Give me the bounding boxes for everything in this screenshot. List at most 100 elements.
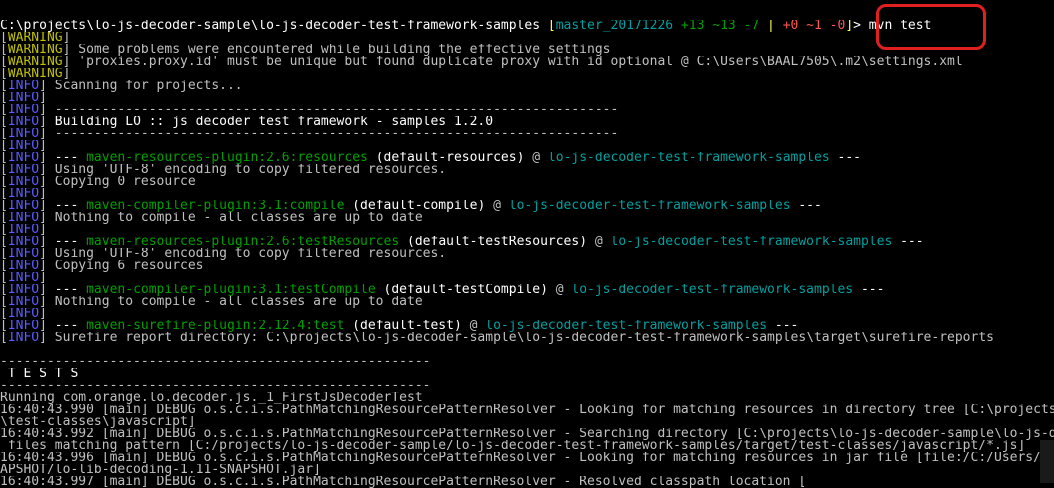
console-text: ] [39, 308, 47, 320]
console-text: INFO [7, 80, 40, 92]
console-text: [ [0, 308, 8, 320]
console-text: ] Nothing to compile - all classes are u… [39, 212, 423, 224]
console-text: (default-test) [344, 320, 462, 332]
console-text: WARNING [7, 32, 63, 44]
console-line: [INFO] --- maven-resources-plugin:2.6:re… [0, 152, 1054, 164]
console-text: ] [39, 284, 55, 296]
console-line: 16:40:43.996 [main] DEBUG o.s.c.i.s.Path… [0, 452, 1054, 464]
console-line: [INFO] ---------------------------------… [0, 128, 1054, 140]
console-text: ] [39, 272, 47, 284]
console-text: INFO [7, 128, 40, 140]
console-line: [INFO] [0, 188, 1054, 200]
console-text: --- [790, 200, 822, 212]
console-text: 16:40:43.997 [main] DEBUG o.s.c.i.s.Path… [0, 476, 807, 488]
console-line: [INFO] [0, 140, 1054, 152]
console-text: INFO [7, 284, 40, 296]
console-text: [ [0, 236, 8, 248]
console-text: INFO [7, 200, 40, 212]
console-text: @ [485, 200, 509, 212]
console-line: 16:40:43.990 [main] DEBUG o.s.c.i.s.Path… [0, 404, 1054, 416]
console-text: [ [0, 296, 8, 308]
console-text: --- [767, 320, 799, 332]
console-text: ] [39, 200, 55, 212]
console-text: [ [0, 128, 8, 140]
console-text: files matching pattern [C:/projects/lo-j… [0, 440, 1026, 452]
console-line: T E S T S [0, 368, 1054, 380]
console-text: INFO [7, 260, 40, 272]
console-text: T E S T S [0, 368, 79, 380]
console-text: Building LO :: js decoder test framework… [54, 116, 494, 128]
console-text: ] Surefire report directory: C:\projects… [39, 332, 994, 344]
console-text: (default-testResources) [399, 236, 588, 248]
console-text: [ [0, 248, 8, 260]
console-text: [ [0, 176, 8, 188]
console-text: ] Copying 0 resource [39, 176, 196, 188]
console-text: | [767, 20, 783, 32]
console-line: [INFO] Scanning for projects... [0, 80, 1054, 92]
console-text: @ [524, 152, 548, 164]
console-text: [ [0, 104, 8, 116]
console-text: --- [54, 236, 87, 248]
console-text: lo-js-decoder-test-framework-samples [571, 284, 854, 296]
console-line: [INFO] --- maven-resources-plugin:2.6:te… [0, 236, 1054, 248]
console-text: [ [0, 152, 8, 164]
console-text: master_20171226 [555, 20, 674, 32]
console-text: ] Using 'UTF-8' encoding to copy filtere… [39, 248, 447, 260]
console-text: ] [62, 32, 71, 44]
console-text: [ [547, 20, 556, 32]
console-text: maven-compiler-plugin:3.1:testCompile [86, 284, 376, 296]
console-text: WARNING [7, 68, 63, 80]
console-line: [WARNING] [0, 68, 1054, 80]
console-text: [ [0, 332, 8, 344]
console-text: lo-js-decoder-test-framework-samples [547, 152, 830, 164]
console-line: [INFO] Using 'UTF-8' encoding to copy fi… [0, 248, 1054, 260]
console-text: ] Nothing to compile - all classes are u… [39, 296, 423, 308]
console-text: maven-compiler-plugin:3.1:compile [86, 200, 345, 212]
console-text: [ [0, 32, 8, 44]
scrollbar[interactable] [1040, 440, 1054, 483]
console-line: 16:40:43.992 [main] DEBUG o.s.c.i.s.Path… [0, 428, 1054, 440]
console-line: [INFO] Building LO :: js decoder test fr… [0, 116, 1054, 128]
console-text: 16:40:43.996 [main] DEBUG o.s.c.i.s.Path… [0, 452, 1054, 464]
console-text: [ [0, 320, 8, 332]
console-text: ] Some problems were encountered while b… [62, 44, 611, 56]
console-text: ] [62, 68, 71, 80]
console-text: INFO [7, 224, 40, 236]
console-text: INFO [7, 188, 40, 200]
console-text: +0 ~1 -0 [782, 20, 846, 32]
console-text: [ [0, 80, 8, 92]
console-text: ] 'proxies.proxy.id' must be unique but … [62, 56, 963, 68]
console-text: maven-resources-plugin:2.6:testResources [86, 236, 400, 248]
console-text: C:\projects\lo-js-decoder-sample\lo-js-d… [0, 20, 548, 32]
console-text: INFO [7, 212, 40, 224]
console-text: [ [0, 56, 8, 68]
console-text: INFO [7, 332, 40, 344]
console-line: [INFO] Nothing to compile - all classes … [0, 296, 1054, 308]
console-text: --- [54, 320, 87, 332]
console-text: [ [0, 188, 8, 200]
console-text: ] [39, 140, 47, 152]
console-text: (default-resources) [367, 152, 525, 164]
console-text: ] [39, 116, 55, 128]
console-text: INFO [7, 248, 40, 260]
console-line: [INFO] ---------------------------------… [0, 104, 1054, 116]
console-text: [ [0, 68, 8, 80]
console-line: [INFO] [0, 272, 1054, 284]
console-text: maven-surefire-plugin:2.12.4:test [86, 320, 345, 332]
console-text: [ [0, 260, 8, 272]
console-text: (default-testCompile) [375, 284, 548, 296]
console-text: @ [587, 236, 611, 248]
console-text: ] [39, 320, 55, 332]
console-text: @ [461, 320, 486, 332]
console-text: INFO [7, 308, 40, 320]
console-text: +13 ~13 -7 [673, 20, 768, 32]
console-output: C:\projects\lo-js-decoder-sample\lo-js-d… [0, 20, 1054, 488]
console-text: [ [0, 272, 8, 284]
console-text: (default-compile) [344, 200, 486, 212]
console-line: [INFO] [0, 308, 1054, 320]
console-text: --- [853, 284, 885, 296]
console-text: @ [547, 284, 572, 296]
console-line: 16:40:43.997 [main] DEBUG o.s.c.i.s.Path… [0, 476, 1054, 488]
console-line: [WARNING] 'proxies.proxy.id' must be uni… [0, 56, 1054, 68]
